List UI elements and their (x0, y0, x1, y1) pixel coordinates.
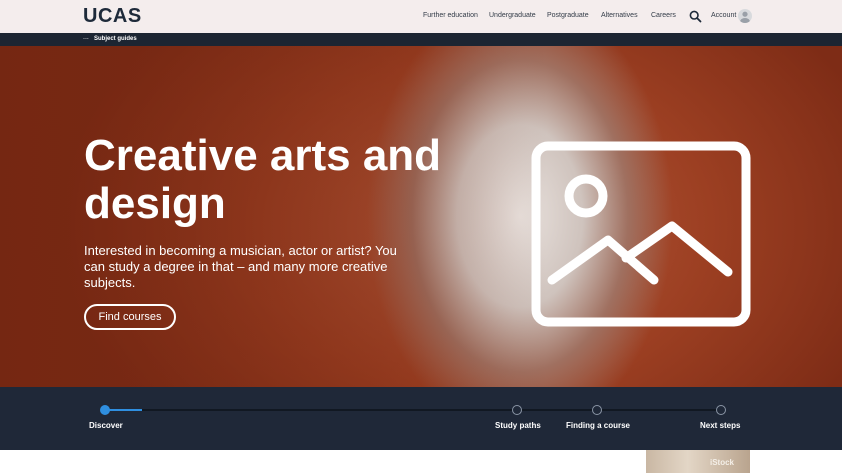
step-label-discover[interactable]: Discover (89, 421, 123, 430)
breadcrumb: ... Subject guides (0, 33, 842, 46)
progress-fill (105, 409, 142, 411)
step-dot-next-steps[interactable] (716, 405, 726, 415)
step-dot-study-paths[interactable] (512, 405, 522, 415)
thumbnail-watermark: iStock (709, 458, 734, 467)
nav-careers[interactable]: Careers (651, 12, 676, 19)
step-dot-discover[interactable] (100, 405, 110, 415)
account-link[interactable]: Account (711, 12, 736, 19)
breadcrumb-ellipsis[interactable]: ... (83, 34, 89, 41)
hero-description: Interested in becoming a musician, actor… (84, 243, 397, 290)
step-label-study-paths[interactable]: Study paths (495, 421, 541, 430)
user-icon (740, 11, 750, 23)
progress-track (105, 409, 721, 411)
ucas-logo[interactable]: UCAS (83, 5, 142, 28)
hero-banner: Creative arts and design Interested in b… (0, 46, 842, 387)
image-placeholder-icon (531, 141, 751, 327)
article-thumbnail[interactable]: iStock (646, 450, 750, 473)
journey-progress: Discover Study paths Finding a course Ne… (0, 387, 842, 450)
step-label-next-steps[interactable]: Next steps (700, 421, 740, 430)
page-title: Creative arts and design (84, 131, 442, 228)
breadcrumb-subject-guides[interactable]: Subject guides (94, 36, 137, 42)
find-courses-button[interactable]: Find courses (84, 304, 176, 330)
nav-postgraduate[interactable]: Postgraduate (547, 12, 589, 19)
avatar[interactable] (738, 9, 752, 23)
content-area: iStock (0, 450, 842, 473)
search-icon[interactable] (689, 10, 702, 23)
step-label-finding-a-course[interactable]: Finding a course (566, 421, 630, 430)
step-dot-finding-a-course[interactable] (592, 405, 602, 415)
site-header: UCAS Further education Undergraduate Pos… (0, 0, 842, 33)
nav-undergraduate[interactable]: Undergraduate (489, 12, 536, 19)
nav-alternatives[interactable]: Alternatives (601, 12, 638, 19)
nav-further-education[interactable]: Further education (423, 12, 478, 19)
